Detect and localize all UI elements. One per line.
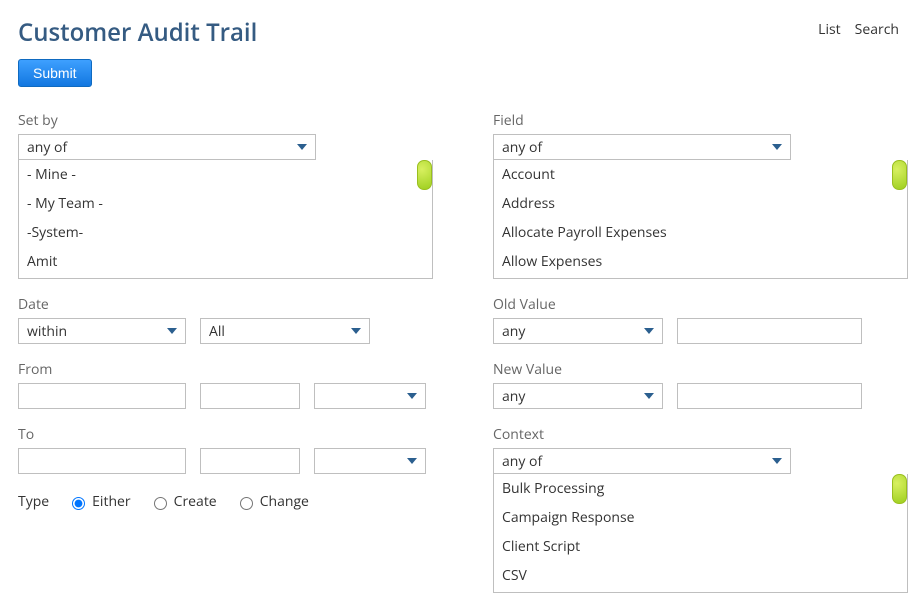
nav-search-link[interactable]: Search bbox=[855, 20, 899, 39]
radio-input[interactable] bbox=[240, 497, 253, 510]
set-by-select[interactable]: any of bbox=[18, 134, 316, 160]
set-by-label: Set by bbox=[18, 111, 433, 130]
list-item[interactable]: Bulk Processing bbox=[494, 474, 907, 503]
old-value-mode-value: any bbox=[502, 322, 525, 341]
list-item[interactable]: CSV bbox=[494, 561, 907, 590]
to-date-input[interactable] bbox=[18, 448, 186, 474]
list-item[interactable]: Campaign Response bbox=[494, 503, 907, 532]
date-label: Date bbox=[18, 295, 433, 314]
scrollbar-thumb[interactable] bbox=[892, 474, 907, 504]
field-select-value: any of bbox=[502, 138, 542, 157]
new-value-mode-select[interactable]: any bbox=[493, 383, 663, 409]
chevron-down-icon bbox=[644, 328, 654, 334]
scrollbar-thumb[interactable] bbox=[892, 160, 907, 190]
page-title: Customer Audit Trail bbox=[18, 16, 257, 49]
from-ampm-select[interactable] bbox=[314, 383, 426, 409]
chevron-down-icon bbox=[351, 328, 361, 334]
new-value-mode-value: any bbox=[502, 387, 525, 406]
field-listbox[interactable]: Account Address Allocate Payroll Expense… bbox=[493, 160, 908, 279]
set-by-listbox[interactable]: - Mine - - My Team - -System- Amit bbox=[18, 160, 433, 279]
field-label: Field bbox=[493, 111, 908, 130]
type-radio-group: Type Either Create Change bbox=[18, 492, 433, 511]
field-select[interactable]: any of bbox=[493, 134, 791, 160]
context-listbox[interactable]: Bulk Processing Campaign Response Client… bbox=[493, 474, 908, 593]
from-time-input[interactable] bbox=[200, 383, 300, 409]
radio-label: Change bbox=[260, 492, 309, 511]
list-item[interactable]: - My Team - bbox=[19, 189, 432, 218]
date-mode-select[interactable]: within bbox=[18, 318, 186, 344]
type-create-radio[interactable]: Create bbox=[149, 492, 217, 511]
chevron-down-icon bbox=[644, 393, 654, 399]
nav-list-link[interactable]: List bbox=[818, 20, 841, 39]
radio-label: Either bbox=[92, 492, 130, 511]
new-value-label: New Value bbox=[493, 360, 908, 379]
old-value-mode-select[interactable]: any bbox=[493, 318, 663, 344]
chevron-down-icon bbox=[297, 144, 307, 150]
header-links: List Search bbox=[818, 14, 899, 39]
date-mode-value: within bbox=[27, 322, 67, 341]
list-item[interactable]: Allow Expenses bbox=[494, 247, 907, 276]
to-ampm-select[interactable] bbox=[314, 448, 426, 474]
chevron-down-icon bbox=[772, 144, 782, 150]
chevron-down-icon bbox=[167, 328, 177, 334]
scrollbar-thumb[interactable] bbox=[417, 160, 432, 190]
context-select[interactable]: any of bbox=[493, 448, 791, 474]
type-change-radio[interactable]: Change bbox=[235, 492, 309, 511]
type-label: Type bbox=[18, 492, 49, 511]
list-item[interactable]: Account bbox=[494, 160, 907, 189]
new-value-input[interactable] bbox=[677, 383, 862, 409]
context-select-value: any of bbox=[502, 452, 542, 471]
list-item[interactable]: Client Script bbox=[494, 532, 907, 561]
date-range-value: All bbox=[209, 322, 225, 341]
old-value-input[interactable] bbox=[677, 318, 862, 344]
list-item[interactable]: Allocate Payroll Expenses bbox=[494, 218, 907, 247]
radio-input[interactable] bbox=[154, 497, 167, 510]
radio-input[interactable] bbox=[72, 497, 85, 510]
list-item[interactable]: Amit bbox=[19, 247, 432, 276]
from-label: From bbox=[18, 360, 433, 379]
list-item[interactable]: -System- bbox=[19, 218, 432, 247]
chevron-down-icon bbox=[407, 393, 417, 399]
to-time-input[interactable] bbox=[200, 448, 300, 474]
chevron-down-icon bbox=[407, 458, 417, 464]
list-item[interactable]: Address bbox=[494, 189, 907, 218]
list-item[interactable]: - Mine - bbox=[19, 160, 432, 189]
radio-label: Create bbox=[174, 492, 217, 511]
old-value-label: Old Value bbox=[493, 295, 908, 314]
date-range-select[interactable]: All bbox=[200, 318, 370, 344]
set-by-select-value: any of bbox=[27, 138, 67, 157]
type-either-radio[interactable]: Either bbox=[67, 492, 130, 511]
context-label: Context bbox=[493, 425, 908, 444]
from-date-input[interactable] bbox=[18, 383, 186, 409]
to-label: To bbox=[18, 425, 433, 444]
submit-button[interactable]: Submit bbox=[18, 59, 92, 87]
chevron-down-icon bbox=[772, 458, 782, 464]
